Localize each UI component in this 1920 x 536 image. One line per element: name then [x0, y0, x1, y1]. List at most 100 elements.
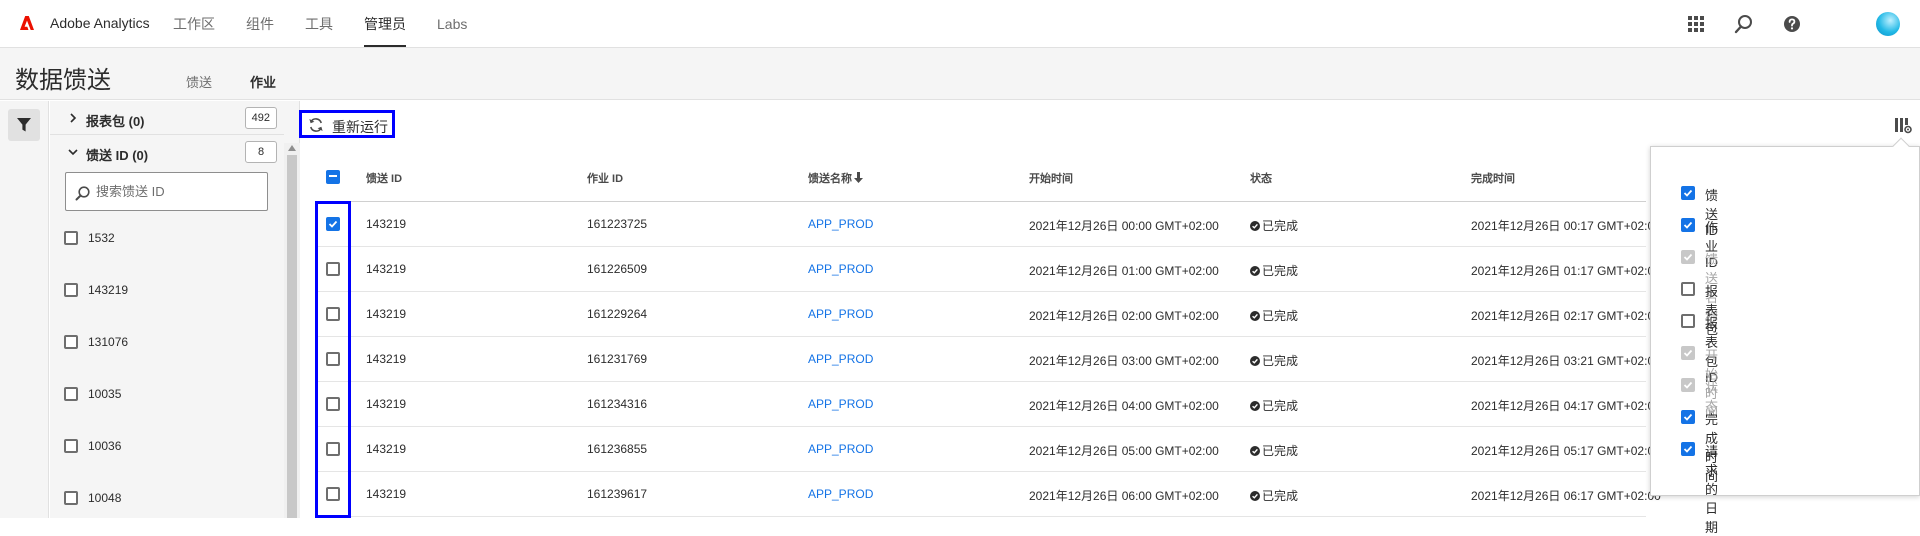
help-icon[interactable] [1781, 13, 1803, 35]
cell-status: 已完成 [1250, 442, 1298, 459]
feed-id-search-input[interactable] [94, 173, 264, 210]
checkmark-icon [1683, 221, 1693, 229]
app-grid-icon[interactable] [1685, 13, 1707, 35]
rerun-button[interactable]: 重新运行 [299, 110, 395, 138]
cell-end-time: 2021年12月26日 05:17 GMT+02:00 [1471, 444, 1661, 458]
filter-feed-id[interactable]: 馈送 ID (0) 8 [50, 135, 284, 169]
check-circle-icon [1250, 356, 1260, 366]
cell-feed-id: 143219 [366, 397, 407, 411]
cell-end-time: 2021年12月26日 03:21 GMT+02:00 [1471, 354, 1661, 368]
tab-jobs[interactable]: 作业 [250, 72, 276, 91]
column-settings-icon[interactable] [1894, 116, 1912, 134]
check-circle-icon [1250, 401, 1260, 411]
tab-feeds[interactable]: 馈送 [186, 72, 212, 91]
avatar[interactable] [1876, 12, 1900, 36]
column-header-status[interactable]: 状态 [1250, 170, 1272, 186]
cell-feed-name[interactable]: APP_PROD [808, 307, 873, 321]
check-circle-icon [1250, 491, 1260, 501]
nav-labs[interactable]: Labs [437, 0, 467, 48]
nav-tools[interactable]: 工具 [305, 0, 333, 48]
rerun-label: 重新运行 [332, 119, 388, 135]
table-row[interactable]: 143219 161223725 APP_PROD 2021年12月26日 00:00… [316, 202, 1661, 247]
status-text: 已完成 [1262, 309, 1299, 323]
left-rail [0, 101, 49, 518]
scroll-up-arrow[interactable] [288, 145, 296, 151]
checkbox[interactable] [64, 387, 78, 401]
column-option-checkbox[interactable] [1681, 218, 1695, 232]
cell-feed-name[interactable]: APP_PROD [808, 352, 873, 366]
checkbox[interactable] [64, 283, 78, 297]
checkbox-column-highlight [315, 201, 351, 518]
table-row[interactable]: 143219 161231769 APP_PROD 2021年12月26日 03:00… [316, 337, 1661, 382]
table-row[interactable]: 143219 161234316 APP_PROD 2021年12月26日 04:00… [316, 382, 1661, 427]
column-header-start-time[interactable]: 开始时间 [1029, 170, 1073, 186]
cell-end-time: 2021年12月26日 04:17 GMT+02:00 [1471, 399, 1661, 413]
cell-feed-name[interactable]: APP_PROD [808, 262, 873, 276]
column-header-job-id[interactable]: 作业 ID [587, 170, 623, 186]
cell-job-id: 161223725 [587, 217, 648, 231]
nav-admin[interactable]: 管理员 [364, 0, 406, 48]
check-circle-icon [1250, 446, 1260, 456]
cell-status: 已完成 [1250, 352, 1298, 369]
column-option-checkbox [1681, 378, 1695, 392]
column-option-label: 请求的日期 [1705, 444, 1719, 535]
checkbox[interactable] [64, 335, 78, 349]
scroll-thumb[interactable] [287, 155, 297, 518]
feed-id-search[interactable] [65, 172, 268, 211]
cell-job-id: 161239617 [587, 487, 648, 501]
cell-feed-name[interactable]: APP_PROD [808, 397, 873, 411]
search-icon[interactable] [1733, 13, 1755, 35]
app-name[interactable]: Adobe Analytics [50, 15, 150, 31]
column-header-feed-id[interactable]: 馈送 ID [366, 170, 402, 186]
column-option-checkbox[interactable] [1681, 442, 1695, 456]
table-row[interactable]: 143219 161236855 APP_PROD 2021年12月26日 05:00… [316, 427, 1661, 472]
cell-end-time: 2021年12月26日 06:17 GMT+02:00 [1471, 489, 1661, 503]
adobe-logo-icon[interactable] [20, 16, 34, 30]
table-row[interactable]: 143219 161239617 APP_PROD 2021年12月26日 06:00… [316, 472, 1661, 517]
cell-job-id: 161226509 [587, 262, 648, 276]
refresh-icon [309, 118, 323, 132]
cell-status: 已完成 [1250, 262, 1298, 279]
column-header-feed-name-label: 馈送名称 [808, 173, 852, 185]
column-option-checkbox [1681, 346, 1695, 360]
table-row[interactable]: 143219 161229264 APP_PROD 2021年12月26日 02:00… [316, 292, 1661, 337]
column-option-checkbox[interactable] [1681, 410, 1695, 424]
status-text: 已完成 [1262, 489, 1299, 503]
nav-components[interactable]: 组件 [246, 0, 274, 48]
cell-feed-name[interactable]: APP_PROD [808, 442, 873, 456]
cell-feed-name[interactable]: APP_PROD [808, 487, 873, 501]
filter-report-suite[interactable]: 报表包 (0) 492 [50, 101, 284, 135]
cell-feed-name[interactable]: APP_PROD [808, 217, 873, 231]
chevron-right-icon [70, 113, 77, 123]
top-bar: Adobe Analytics 工作区 组件 工具 管理员 Labs [0, 0, 1920, 48]
cell-start-time: 2021年12月26日 05:00 GMT+02:00 [1029, 444, 1219, 458]
checkbox[interactable] [64, 491, 78, 505]
column-option-checkbox[interactable] [1681, 314, 1695, 328]
column-settings-popover: 馈送 ID 作业 ID 馈送名称 报表包 报表包 ID 开始时间 状态 完成时间 请求的日期 [1650, 146, 1920, 535]
checkbox[interactable] [64, 231, 78, 245]
report-suite-count: 492 [244, 107, 277, 129]
cell-status: 已完成 [1250, 307, 1298, 324]
filter-toggle-button[interactable] [8, 109, 40, 141]
cell-start-time: 2021年12月26日 01:00 GMT+02:00 [1029, 264, 1219, 278]
column-option-checkbox[interactable] [1681, 282, 1695, 296]
checkbox[interactable] [64, 439, 78, 453]
column-option-checkbox [1681, 250, 1695, 264]
table-row[interactable]: 143219 161226509 APP_PROD 2021年12月26日 01:00… [316, 247, 1661, 292]
nav-workspace[interactable]: 工作区 [173, 0, 215, 48]
cell-feed-id: 143219 [366, 487, 407, 501]
checkmark-icon [1683, 253, 1693, 261]
column-header-end-time[interactable]: 完成时间 [1471, 170, 1515, 186]
column-header-feed-name[interactable]: 馈送名称 [808, 170, 863, 186]
column-option-checkbox[interactable] [1681, 186, 1695, 200]
checkmark-icon [1683, 413, 1693, 421]
page-title: 数据馈送 [15, 67, 111, 94]
select-all-checkbox[interactable] [326, 170, 340, 184]
filter-scrollbar[interactable] [284, 143, 300, 518]
cell-start-time: 2021年12月26日 03:00 GMT+02:00 [1029, 354, 1219, 368]
status-text: 已完成 [1262, 444, 1299, 458]
cell-status: 已完成 [1250, 487, 1298, 504]
cell-feed-id: 143219 [366, 262, 407, 276]
status-text: 已完成 [1262, 264, 1299, 278]
checkmark-icon [1683, 445, 1693, 453]
